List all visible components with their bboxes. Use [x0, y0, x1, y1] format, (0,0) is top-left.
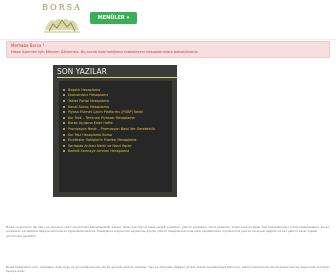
bullet-icon — [63, 116, 65, 119]
header-divider — [0, 39, 336, 40]
chevron-down-icon: ▾ — [126, 14, 130, 21]
post-link[interactable]: Promosyon Nedir – Promosyon Nasıl Ver Ge… — [68, 127, 155, 131]
bullet-icon — [63, 122, 65, 125]
post-link[interactable]: Endeksler Sahiplerin Yüzdesi Hesaplama — [68, 138, 137, 142]
site-logo[interactable]: BORSA — [41, 3, 83, 34]
post-link[interactable]: Kanal Sonuç Hesaplama — [68, 105, 109, 109]
post-link[interactable]: Piyasa Hizmet Çalım Platformu (PGBP) Ned… — [68, 110, 143, 114]
post-link[interactable]: Bedelli Sermaye Artırımı Hesaplama — [68, 149, 129, 153]
bull-bear-emblem-icon — [44, 18, 80, 33]
bullet-icon — [63, 111, 65, 114]
post-link[interactable]: Boşalık Hesaplama — [68, 88, 100, 92]
menu-label: MENÜLER — [97, 15, 125, 21]
bullet-icon — [63, 150, 65, 153]
bullet-icon — [63, 99, 65, 102]
bullet-icon — [63, 127, 65, 130]
recent-posts-panel: SON YAZILAR Boşalık Hesaplama Ekonomisin… — [53, 65, 177, 197]
welcome-alert: Merhaba Borsa ! Hisse İşlemleri İçin Mev… — [6, 41, 330, 58]
post-link[interactable]: Tablet Portal Hesaplama — [68, 99, 109, 103]
logo-text: BORSA — [42, 3, 82, 12]
bullet-icon — [63, 88, 65, 91]
bullet-icon — [63, 133, 65, 136]
footer-disclaimer: Borsa hesaplama.com, içeriklerin doğrulu… — [6, 265, 330, 274]
list-item[interactable]: Bedelli Sermaye Artırımı Hesaplama — [63, 149, 172, 155]
post-link[interactable]: Kur Risk – Teminatı Piyasası Hesaplama — [68, 116, 135, 120]
post-link[interactable]: Ekonomisini Hesaplama — [68, 93, 108, 97]
alert-message: Hisse İşlemleri İçin Mevsim Dönemsiz. Bu… — [11, 50, 199, 54]
bullet-icon — [63, 105, 65, 108]
post-link[interactable]: Sarıtaşta Anlamı Nedir ve Nasıl Yapılır — [68, 144, 132, 148]
post-link[interactable]: Borsa Açılışına Kaler Hafta — [68, 121, 113, 125]
bullet-icon — [63, 144, 65, 147]
bullet-icon — [63, 139, 65, 142]
bullet-icon — [63, 94, 65, 97]
title-underline — [57, 77, 177, 78]
menu-dropdown-button[interactable]: MENÜLER ▾ — [90, 12, 137, 24]
recent-posts-title: SON YAZILAR — [57, 67, 107, 76]
recent-posts-list: Boşalık Hesaplama Ekonomisini Hesaplama … — [59, 81, 172, 192]
footer-description: Borsa ve ekonomi ilgi alanı ve sonrasını… — [6, 225, 329, 238]
post-link[interactable]: Kur Faiz Hesaplama Borsa — [68, 133, 112, 137]
